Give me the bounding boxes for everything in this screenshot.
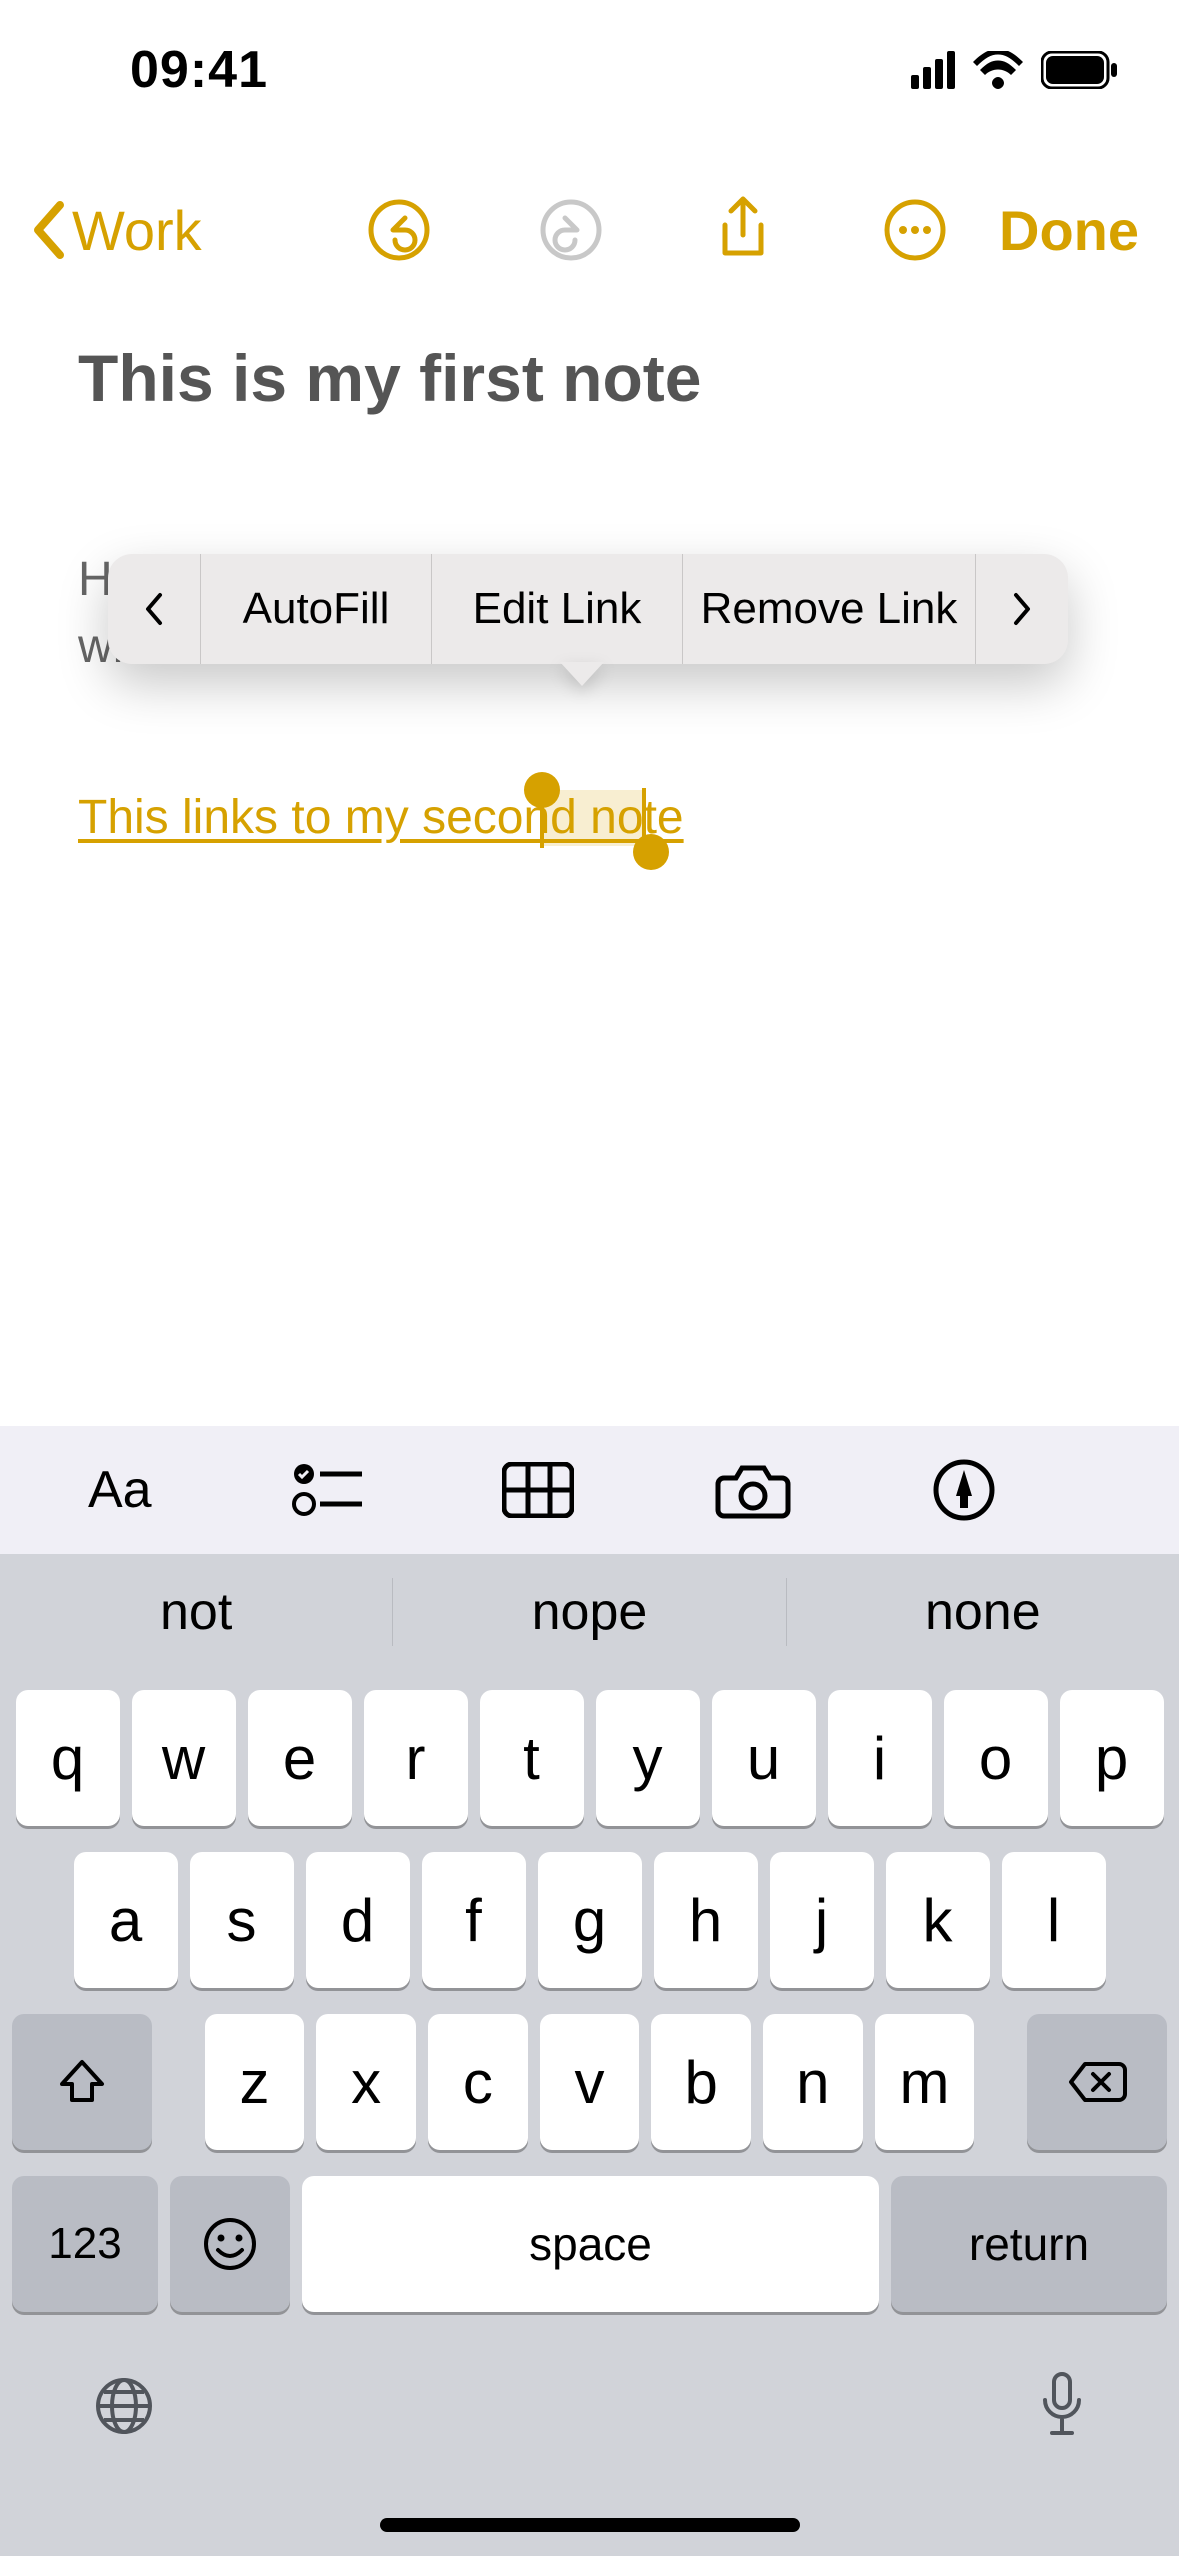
key-space[interactable]: space [302, 2176, 879, 2312]
dictation-button[interactable] [1037, 2370, 1087, 2447]
keyboard-bottom [12, 2338, 1167, 2447]
link-line: This links to my second note [78, 790, 1101, 845]
key-y[interactable]: y [596, 1690, 700, 1826]
context-menu-remove-link[interactable]: Remove Link [683, 554, 975, 664]
key-c[interactable]: c [428, 2014, 528, 2150]
globe-button[interactable] [92, 2374, 156, 2443]
nav-bar: Work Done [0, 170, 1179, 290]
suggestion-2[interactable]: nope [393, 1554, 785, 1670]
key-f[interactable]: f [422, 1852, 526, 1988]
chevron-left-icon [142, 591, 166, 627]
key-shift[interactable] [12, 2014, 152, 2150]
back-button[interactable]: Work [30, 198, 202, 263]
key-t[interactable]: t [480, 1690, 584, 1826]
suggestion-3[interactable]: none [787, 1554, 1179, 1670]
markup-button[interactable] [932, 1451, 996, 1529]
status-bar: 09:41 [0, 0, 1179, 140]
keyboard-area: Aa not nope none [0, 1426, 1179, 2556]
key-l[interactable]: l [1002, 1852, 1106, 1988]
key-numbers[interactable]: 123 [12, 2176, 158, 2312]
text-format-button[interactable]: Aa [88, 1451, 152, 1529]
format-bar: Aa [0, 1426, 1179, 1554]
key-x[interactable]: x [316, 2014, 416, 2150]
key-w[interactable]: w [132, 1690, 236, 1826]
ellipsis-circle-icon [883, 198, 947, 262]
globe-icon [92, 2374, 156, 2438]
key-h[interactable]: h [654, 1852, 758, 1988]
share-icon [715, 195, 771, 265]
status-time: 09:41 [130, 40, 268, 100]
table-icon [502, 1462, 574, 1518]
wifi-icon [973, 51, 1023, 89]
back-label: Work [72, 198, 202, 263]
context-menu-tail [560, 662, 604, 686]
context-menu-autofill[interactable]: AutoFill [201, 554, 431, 664]
key-e[interactable]: e [248, 1690, 352, 1826]
chevron-right-icon [1010, 591, 1034, 627]
checklist-button[interactable] [292, 1451, 362, 1529]
shift-icon [56, 2056, 108, 2108]
key-return[interactable]: return [891, 2176, 1167, 2312]
delete-icon [1067, 2060, 1127, 2104]
context-menu: AutoFill Edit Link Remove Link [108, 554, 1068, 664]
keyboard-row-2: a s d f g h j k l [12, 1852, 1167, 1988]
checklist-icon [292, 1460, 362, 1520]
pen-circle-icon [932, 1458, 996, 1522]
undo-icon [367, 198, 431, 262]
mic-icon [1037, 2370, 1087, 2442]
context-menu-next[interactable] [976, 554, 1068, 664]
key-emoji[interactable] [170, 2176, 290, 2312]
selection-handle-end[interactable] [633, 834, 669, 870]
key-r[interactable]: r [364, 1690, 468, 1826]
key-b[interactable]: b [651, 2014, 751, 2150]
emoji-icon [203, 2217, 257, 2271]
key-k[interactable]: k [886, 1852, 990, 1988]
undo-button[interactable] [363, 194, 435, 266]
share-button[interactable] [707, 194, 779, 266]
screen: 09:41 Work [0, 0, 1179, 2556]
suggestion-bar: not nope none [0, 1554, 1179, 1670]
table-button[interactable] [502, 1451, 574, 1529]
suggestion-1[interactable]: not [0, 1554, 392, 1670]
context-menu-edit-link[interactable]: Edit Link [432, 554, 682, 664]
camera-button[interactable] [714, 1451, 792, 1529]
note-title[interactable]: This is my first note [78, 340, 1101, 416]
key-m[interactable]: m [875, 2014, 975, 2150]
key-i[interactable]: i [828, 1690, 932, 1826]
key-v[interactable]: v [540, 2014, 640, 2150]
key-s[interactable]: s [190, 1852, 294, 1988]
redo-icon [539, 198, 603, 262]
camera-icon [714, 1460, 792, 1520]
more-button[interactable] [879, 194, 951, 266]
keyboard-row-4: 123 space return [12, 2176, 1167, 2312]
redo-button[interactable] [535, 194, 607, 266]
key-n[interactable]: n [763, 2014, 863, 2150]
chevron-left-icon [30, 201, 68, 259]
nav-actions [363, 194, 951, 266]
status-icons [911, 51, 1119, 89]
home-indicator[interactable] [380, 2518, 800, 2532]
done-button[interactable]: Done [999, 198, 1139, 263]
key-g[interactable]: g [538, 1852, 642, 1988]
key-u[interactable]: u [712, 1690, 816, 1826]
key-j[interactable]: j [770, 1852, 874, 1988]
key-q[interactable]: q [16, 1690, 120, 1826]
keyboard-row-3: z x c v b n m [12, 2014, 1167, 2150]
context-menu-prev[interactable] [108, 554, 200, 664]
key-a[interactable]: a [74, 1852, 178, 1988]
key-p[interactable]: p [1060, 1690, 1164, 1826]
keyboard-row-1: q w e r t y u i o p [12, 1690, 1167, 1826]
cellular-icon [911, 51, 955, 89]
key-d[interactable]: d [306, 1852, 410, 1988]
key-o[interactable]: o [944, 1690, 1048, 1826]
key-z[interactable]: z [205, 2014, 305, 2150]
battery-icon [1041, 51, 1119, 89]
key-delete[interactable] [1027, 2014, 1167, 2150]
keyboard: q w e r t y u i o p a s d f g h j k l [0, 1670, 1179, 2556]
